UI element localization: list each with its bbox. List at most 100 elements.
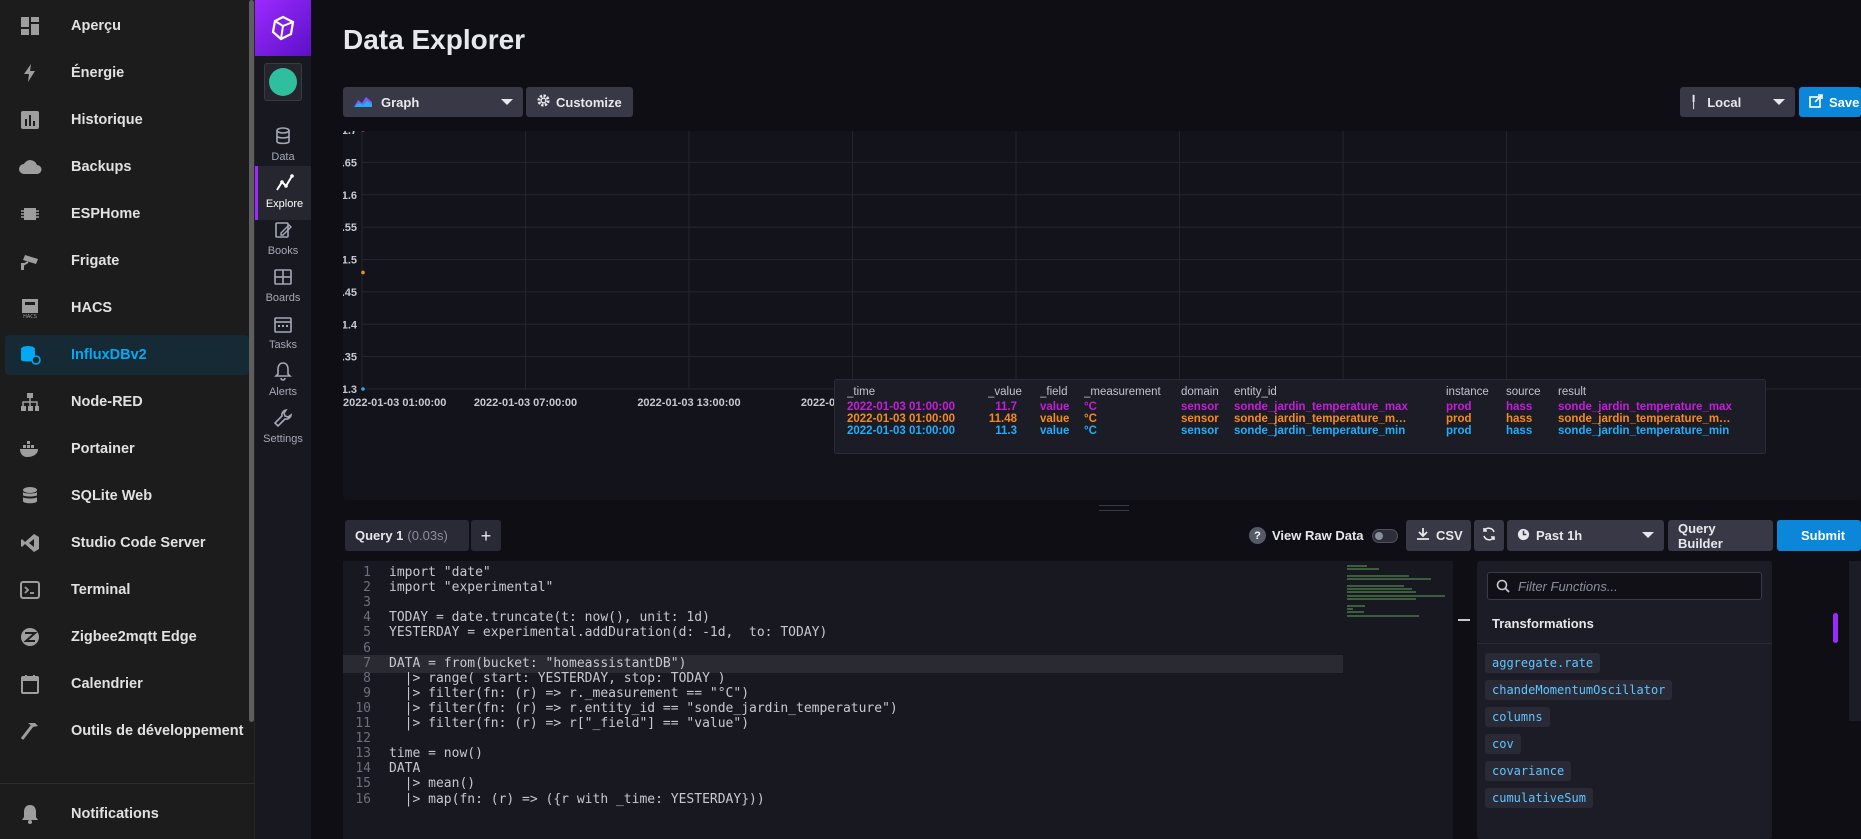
tooltip-header: domain — [1181, 386, 1219, 398]
functions-heading: Transformations — [1492, 616, 1594, 631]
ix-nav-label: Settings — [263, 433, 303, 445]
timezone-dropdown[interactable]: ╿ Local — [1680, 87, 1795, 117]
page-title: Data Explorer — [343, 24, 526, 55]
lightning-icon — [17, 60, 43, 86]
editor-minimap[interactable] — [1343, 561, 1453, 839]
x-tick-label: 2022-01-03 13:00:00 — [637, 397, 740, 409]
ha-item-historique[interactable]: Historique — [5, 100, 249, 140]
ix-nav-books[interactable]: Books — [255, 213, 311, 267]
add-query-button[interactable]: + — [471, 520, 501, 551]
ha-item-backups[interactable]: Backups — [5, 147, 249, 187]
ix-nav-label: Books — [267, 245, 299, 257]
ha-item-sqlite-web[interactable]: SQLite Web — [5, 476, 249, 516]
ix-nav-label: Explore — [265, 198, 304, 210]
functions-scrollbar[interactable] — [1833, 613, 1838, 643]
minimap-line — [1347, 598, 1416, 600]
toggle-switch[interactable] — [1371, 528, 1398, 543]
ix-nav-label: Data — [271, 151, 295, 163]
filter-functions-placeholder: Filter Functions... — [1518, 578, 1618, 594]
tooltip-cell: °C — [1084, 425, 1097, 437]
ix-nav-boards[interactable]: Boards — [255, 260, 311, 314]
function-item[interactable]: columns — [1485, 707, 1550, 727]
ha-item-apercu[interactable]: Aperçu — [5, 6, 249, 46]
code-line[interactable]: 16 |> map(fn: (r) => ({r with _time: YES… — [343, 791, 1343, 809]
tooltip-cell: prod — [1446, 401, 1472, 413]
function-item[interactable]: cumulativeSum — [1485, 788, 1593, 808]
view-raw-label: View Raw Data — [1272, 528, 1364, 543]
ha-sidebar-scrollbar[interactable] — [249, 0, 254, 722]
ha-item-influxdbv2[interactable]: InfluxDBv2 — [5, 335, 249, 375]
tooltip-cell: sensor — [1181, 425, 1219, 437]
customize-button[interactable]: Customize — [526, 87, 633, 117]
ha-item-frigate[interactable]: Frigate — [5, 241, 249, 281]
panel-resizer[interactable] — [1099, 505, 1129, 511]
graph-panel[interactable]: 11.7 11.65 11.6 11.55 11.5 11.45 11.4 11.35 11.3… — [343, 131, 1861, 500]
tooltip-cell: hass — [1506, 425, 1533, 437]
minimap-line — [1347, 578, 1431, 581]
refresh-button[interactable] — [1474, 520, 1504, 551]
filter-functions-input[interactable]: Filter Functions... — [1487, 572, 1762, 600]
function-item[interactable]: aggregate.rate — [1485, 653, 1601, 673]
time-range-dropdown[interactable]: Past 1h — [1507, 520, 1664, 551]
ha-sidebar-divider — [0, 783, 255, 784]
ha-item-esphome[interactable]: ESPHome — [5, 194, 249, 234]
ha-item-terminal[interactable]: Terminal — [5, 570, 249, 610]
tooltip-cell: °C — [1084, 413, 1097, 425]
export-icon — [1809, 93, 1823, 111]
database-sync-icon — [17, 342, 43, 368]
ha-item-calendrier[interactable]: Calendrier — [5, 664, 249, 704]
download-icon — [1416, 527, 1430, 544]
query-builder-label: Query Builder — [1678, 520, 1723, 551]
tooltip-cell: value — [1040, 425, 1070, 437]
minimap-line — [1347, 594, 1445, 597]
ha-item-notifications[interactable]: Notifications — [5, 794, 249, 834]
ha-item-hacs[interactable]: HACS HACS — [5, 288, 249, 328]
ha-item-outils[interactable]: Outils de développement — [5, 711, 249, 751]
help-icon[interactable]: ? — [1249, 527, 1266, 544]
tooltip-header-row: _time _value _field _measurement domain … — [835, 386, 1767, 400]
ix-nav-tasks[interactable]: Tasks — [255, 307, 311, 361]
database-icon — [272, 125, 294, 147]
graph-type-dropdown[interactable]: Graph — [343, 87, 523, 117]
y-tick-label: 11.55 — [343, 222, 357, 234]
submit-button[interactable]: Submit — [1777, 520, 1861, 551]
tooltip-cell: prod — [1446, 425, 1472, 437]
tooltip-cell: 2022-01-03 01:00:00 — [847, 401, 956, 413]
avatar[interactable] — [264, 63, 302, 101]
save-button[interactable]: Save — [1799, 87, 1861, 117]
graph-type-label: Graph — [381, 94, 420, 110]
ix-nav-alerts[interactable]: Alerts — [255, 354, 311, 408]
function-item[interactable]: covariance — [1485, 761, 1572, 781]
clock-icon — [1517, 528, 1530, 544]
flux-code-editor[interactable]: 1 import "date" 2 import "experimental" 3 4 TO… — [343, 561, 1343, 839]
ha-item-portainer[interactable]: Portainer — [5, 429, 249, 469]
data-point[interactable] — [361, 387, 365, 391]
data-point[interactable] — [361, 270, 365, 275]
function-item[interactable]: cov — [1485, 734, 1521, 754]
function-item[interactable]: chandeMomentumOscillator — [1485, 680, 1673, 700]
csv-button[interactable]: CSV — [1406, 520, 1471, 551]
influx-logo[interactable] — [255, 0, 311, 56]
ha-item-label: Frigate — [71, 253, 120, 269]
y-tick-label: 11.3 — [343, 384, 357, 396]
zigbee-icon — [17, 624, 43, 650]
tooltip-cell: hass — [1506, 401, 1533, 413]
query-tab[interactable]: Query 1 (0.03s) — [345, 520, 469, 551]
ha-item-energie[interactable]: Énergie — [5, 53, 249, 93]
query-builder-button[interactable]: Query Builder — [1668, 520, 1773, 551]
ix-nav-label: Tasks — [268, 339, 298, 351]
tooltip-cell: sensor — [1181, 413, 1219, 425]
tooltip-cell: 11.48 — [988, 413, 1017, 425]
tooltip-cell: sonde_jardin_temperature_max — [1234, 401, 1408, 413]
refresh-icon — [1481, 526, 1497, 545]
ha-item-zigbee2mqtt[interactable]: Zigbee2mqtt Edge — [5, 617, 249, 657]
ix-nav-data[interactable]: Data — [255, 119, 311, 173]
ha-item-studio-code-server[interactable]: Studio Code Server — [5, 523, 249, 563]
ix-nav-settings[interactable]: Settings — [255, 401, 311, 455]
ha-item-node-red[interactable]: Node-RED — [5, 382, 249, 422]
y-tick-label: 11.65 — [343, 157, 357, 169]
calendar-icon — [272, 313, 294, 335]
view-raw-data-toggle[interactable]: ? View Raw Data — [1249, 523, 1398, 548]
ix-nav-explore[interactable]: Explore — [255, 166, 311, 220]
app-root: Aperçu Énergie Historique Backups ESPHom… — [0, 0, 1861, 839]
